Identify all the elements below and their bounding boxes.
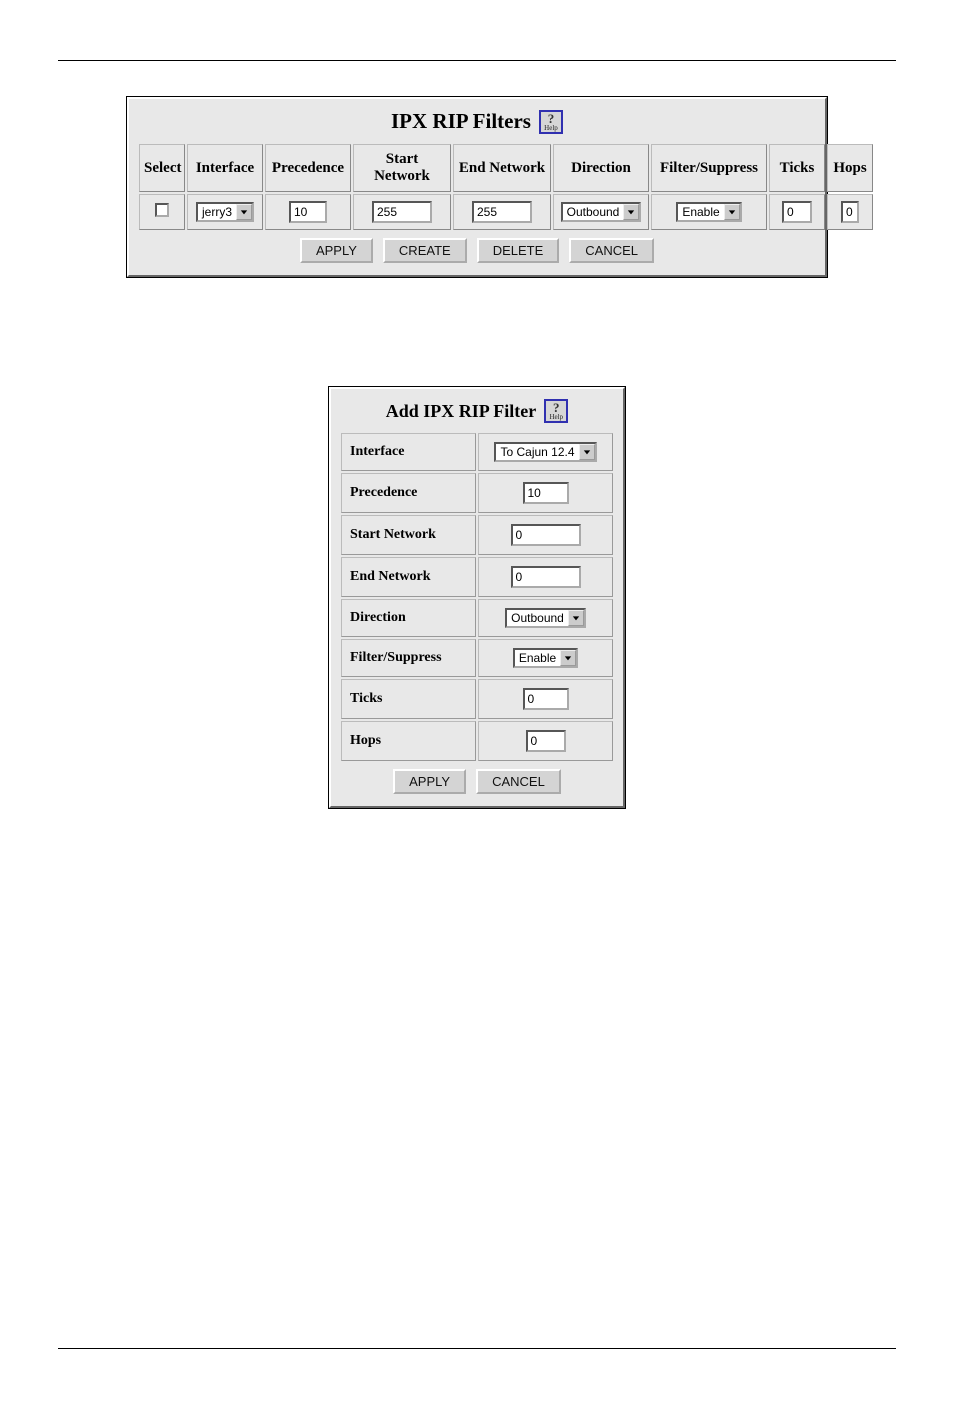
precedence-input[interactable]: 10: [289, 201, 327, 223]
col-hops: Hops: [827, 144, 873, 192]
create-button[interactable]: CREATE: [383, 238, 467, 263]
filters-panel: IPX RIP Filters ? Help Select Interface …: [127, 97, 827, 277]
chevron-down-icon: [623, 204, 639, 220]
select-checkbox[interactable]: [155, 203, 169, 217]
hops-label: Hops: [341, 721, 476, 761]
filters-button-row: APPLY CREATE DELETE CANCEL: [137, 232, 817, 267]
filter-suppress-select[interactable]: Enable: [676, 202, 741, 222]
table-row: jerry3 10 255 255 Outbound: [139, 194, 873, 230]
table-header-row: Select Interface Precedence Start Networ…: [139, 144, 873, 192]
page-bottom-rule: [58, 1348, 896, 1349]
direction-select[interactable]: Outbound: [561, 202, 642, 222]
start-network-label: Start Network: [341, 515, 476, 555]
col-direction: Direction: [553, 144, 649, 192]
interface-label: Interface: [341, 433, 476, 471]
filter-suppress-select[interactable]: Enable: [513, 648, 578, 668]
add-filter-form: Interface To Cajun 12.4 Precedence 10 St…: [339, 431, 615, 763]
page-top-rule: [58, 60, 896, 61]
add-filter-button-row: APPLY CANCEL: [339, 763, 615, 798]
hops-input[interactable]: 0: [841, 201, 859, 223]
col-start-network: Start Network: [353, 144, 451, 192]
col-filter-suppress: Filter/Suppress: [651, 144, 767, 192]
hops-input[interactable]: 0: [526, 730, 566, 752]
filter-suppress-label: Filter/Suppress: [341, 639, 476, 677]
ticks-label: Ticks: [341, 679, 476, 719]
start-network-input[interactable]: 0: [511, 524, 581, 546]
col-ticks: Ticks: [769, 144, 825, 192]
chevron-down-icon: [560, 650, 576, 666]
add-filter-panel: Add IPX RIP Filter ? Help Interface To C…: [329, 387, 625, 808]
start-network-input[interactable]: 255: [372, 201, 432, 223]
ticks-input[interactable]: 0: [523, 688, 569, 710]
chevron-down-icon: [236, 204, 252, 220]
add-filter-title: Add IPX RIP Filter: [386, 401, 537, 422]
cancel-button[interactable]: CANCEL: [476, 769, 561, 794]
direction-label: Direction: [341, 599, 476, 637]
direction-select[interactable]: Outbound: [505, 608, 586, 628]
help-icon[interactable]: ? Help: [539, 110, 563, 134]
ticks-input[interactable]: 0: [782, 201, 812, 223]
col-precedence: Precedence: [265, 144, 351, 192]
interface-select[interactable]: To Cajun 12.4: [494, 442, 596, 462]
precedence-input[interactable]: 10: [523, 482, 569, 504]
filters-title: IPX RIP Filters: [391, 109, 531, 134]
delete-button[interactable]: DELETE: [477, 238, 560, 263]
filters-table: Select Interface Precedence Start Networ…: [137, 142, 875, 232]
col-interface: Interface: [187, 144, 263, 192]
precedence-label: Precedence: [341, 473, 476, 513]
apply-button[interactable]: APPLY: [300, 238, 373, 263]
col-end-network: End Network: [453, 144, 551, 192]
chevron-down-icon: [568, 610, 584, 626]
apply-button[interactable]: APPLY: [393, 769, 466, 794]
help-icon[interactable]: ? Help: [544, 399, 568, 423]
interface-select[interactable]: jerry3: [196, 202, 254, 222]
end-network-input[interactable]: 255: [472, 201, 532, 223]
chevron-down-icon: [724, 204, 740, 220]
end-network-input[interactable]: 0: [511, 566, 581, 588]
chevron-down-icon: [579, 444, 595, 460]
cancel-button[interactable]: CANCEL: [569, 238, 654, 263]
col-select: Select: [139, 144, 185, 192]
end-network-label: End Network: [341, 557, 476, 597]
